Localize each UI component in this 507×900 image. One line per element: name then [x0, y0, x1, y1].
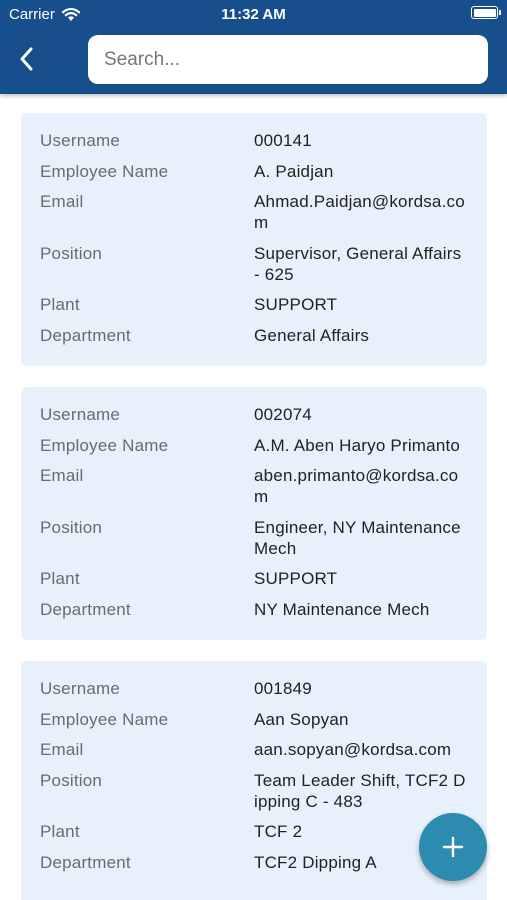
email-value: aben.primanto@kordsa.com: [254, 466, 459, 506]
employee-name-label: Employee Name: [40, 435, 169, 455]
employee-name-row: Employee Name Aan Sopyan: [40, 709, 469, 730]
department-row: Department NY Maintenance Mech: [40, 599, 469, 620]
status-time: 11:32 AM: [221, 6, 286, 23]
email-row: Email aben.primanto@kordsa.com: [40, 465, 469, 507]
plus-icon: [442, 836, 464, 858]
username-label: Username: [40, 131, 121, 150]
position-row: Position Supervisor, General Affairs - 6…: [40, 243, 469, 285]
employee-name-row: Employee Name A. Paidjan: [40, 161, 469, 182]
app-header: Carrier 11:32 AM: [0, 0, 507, 94]
employee-list[interactable]: Username 000141 Employee Name A. Paidjan…: [0, 94, 507, 900]
position-value: Team Leader Shift, TCF2 Dipping C - 483: [254, 770, 466, 811]
department-label: Department: [40, 599, 131, 619]
employee-card[interactable]: Username 002074 Employee Name A.M. Aben …: [21, 387, 487, 640]
position-row: Position Team Leader Shift, TCF2 Dipping…: [40, 770, 469, 812]
username-label: Username: [40, 405, 121, 424]
plant-value: SUPPORT: [254, 569, 338, 588]
username-value: 000141: [254, 131, 312, 150]
email-row: Email Ahmad.Paidjan@kordsa.com: [40, 191, 469, 233]
plant-label: Plant: [40, 295, 80, 314]
employee-name-label: Employee Name: [40, 161, 169, 181]
department-value: General Affairs: [254, 325, 370, 345]
employee-name-label: Employee Name: [40, 709, 169, 729]
email-row: Email aan.sopyan@kordsa.com: [40, 739, 469, 760]
department-row: Department TCF2 Dipping A: [40, 852, 469, 873]
username-label: Username: [40, 679, 121, 698]
email-value: aan.sopyan@kordsa.com: [254, 740, 452, 759]
position-value: Engineer, NY Maintenance Mech: [254, 517, 461, 558]
chevron-left-icon: [20, 47, 33, 71]
username-value: 001849: [254, 679, 312, 698]
plant-value: SUPPORT: [254, 295, 338, 314]
employee-name-value: A. Paidjan: [254, 161, 334, 181]
position-value: Supervisor, General Affairs - 625: [254, 243, 462, 284]
username-row: Username 001849: [40, 678, 469, 699]
department-label: Department: [40, 325, 131, 345]
department-label: Department: [40, 852, 131, 872]
username-row: Username 000141: [40, 130, 469, 151]
plant-row: Plant SUPPORT: [40, 568, 469, 589]
position-label: Position: [40, 517, 103, 537]
employee-card[interactable]: Username 001849 Employee Name Aan Sopyan…: [21, 661, 487, 900]
employee-name-value: A.M. Aben Haryo Primanto: [254, 435, 461, 455]
email-label: Email: [40, 740, 84, 759]
position-label: Position: [40, 243, 103, 263]
add-button[interactable]: [419, 813, 487, 881]
plant-row: Plant TCF 2: [40, 821, 469, 842]
email-label: Email: [40, 192, 84, 211]
email-value: Ahmad.Paidjan@kordsa.com: [254, 192, 465, 232]
battery-icon: [471, 6, 501, 19]
employee-card[interactable]: Username 000141 Employee Name A. Paidjan…: [21, 113, 487, 366]
employee-name-row: Employee Name A.M. Aben Haryo Primanto: [40, 435, 469, 456]
status-bar: Carrier 11:32 AM: [0, 0, 507, 28]
email-label: Email: [40, 466, 84, 485]
department-row: Department General Affairs: [40, 325, 469, 346]
position-label: Position: [40, 770, 103, 790]
back-button[interactable]: [14, 44, 42, 74]
plant-row: Plant SUPPORT: [40, 294, 469, 315]
username-row: Username 002074: [40, 404, 469, 425]
plant-label: Plant: [40, 822, 80, 841]
username-value: 002074: [254, 405, 312, 424]
search-input[interactable]: [88, 35, 488, 84]
position-row: Position Engineer, NY Maintenance Mech: [40, 517, 469, 559]
plant-label: Plant: [40, 569, 80, 588]
department-value: NY Maintenance Mech: [254, 599, 430, 619]
employee-name-value: Aan Sopyan: [254, 709, 349, 729]
